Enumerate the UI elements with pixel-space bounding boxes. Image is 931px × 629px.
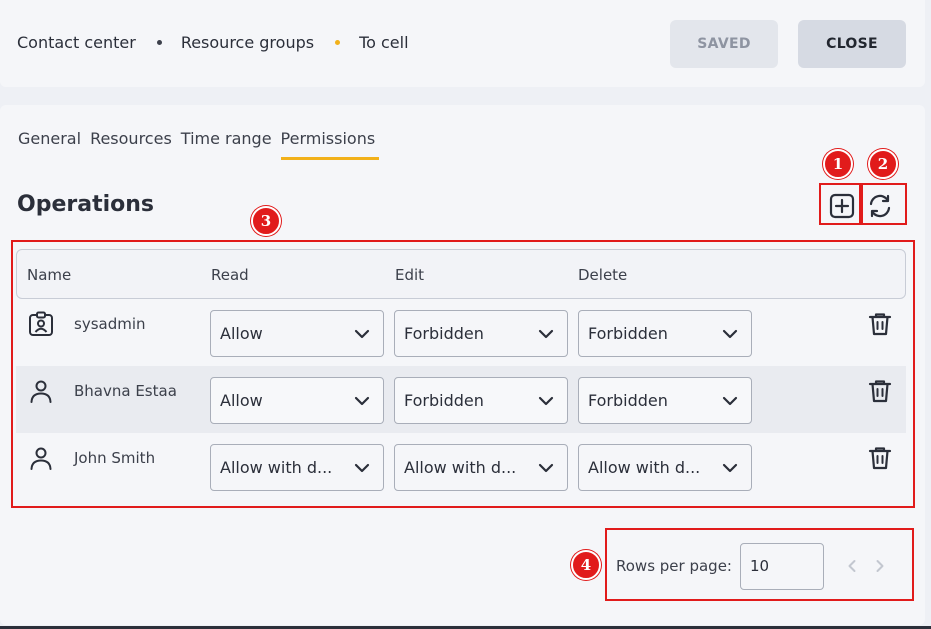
callout-badge-3: 3	[251, 206, 281, 236]
top-bar: Contact center Resource groups To cell S…	[0, 0, 925, 87]
tab-time-range[interactable]: Time range	[181, 129, 272, 160]
callout-badge-1: 1	[823, 149, 853, 179]
close-button[interactable]: CLOSE	[798, 20, 906, 68]
breadcrumb-item-resource-groups[interactable]: Resource groups	[181, 33, 314, 52]
callout-box-refresh	[861, 183, 907, 225]
breadcrumb: Contact center Resource groups To cell	[17, 33, 409, 52]
breadcrumb-item-contact-center[interactable]: Contact center	[17, 33, 136, 52]
tab-bar: General Resources Time range Permissions	[18, 129, 384, 160]
callout-badge-2: 2	[868, 149, 898, 179]
breadcrumb-separator-current	[335, 40, 341, 45]
callout-badge-4: 4	[571, 550, 601, 580]
section-title: Operations	[17, 192, 154, 217]
breadcrumb-item-current: To cell	[359, 33, 409, 52]
tab-permissions[interactable]: Permissions	[280, 129, 379, 160]
saved-button[interactable]: SAVED	[670, 20, 778, 68]
breadcrumb-separator	[156, 40, 162, 45]
callout-box-add	[819, 183, 861, 225]
callout-box-table	[11, 240, 915, 508]
tab-general[interactable]: General	[18, 129, 81, 160]
tab-resources[interactable]: Resources	[90, 129, 172, 160]
callout-box-pager	[605, 528, 914, 601]
